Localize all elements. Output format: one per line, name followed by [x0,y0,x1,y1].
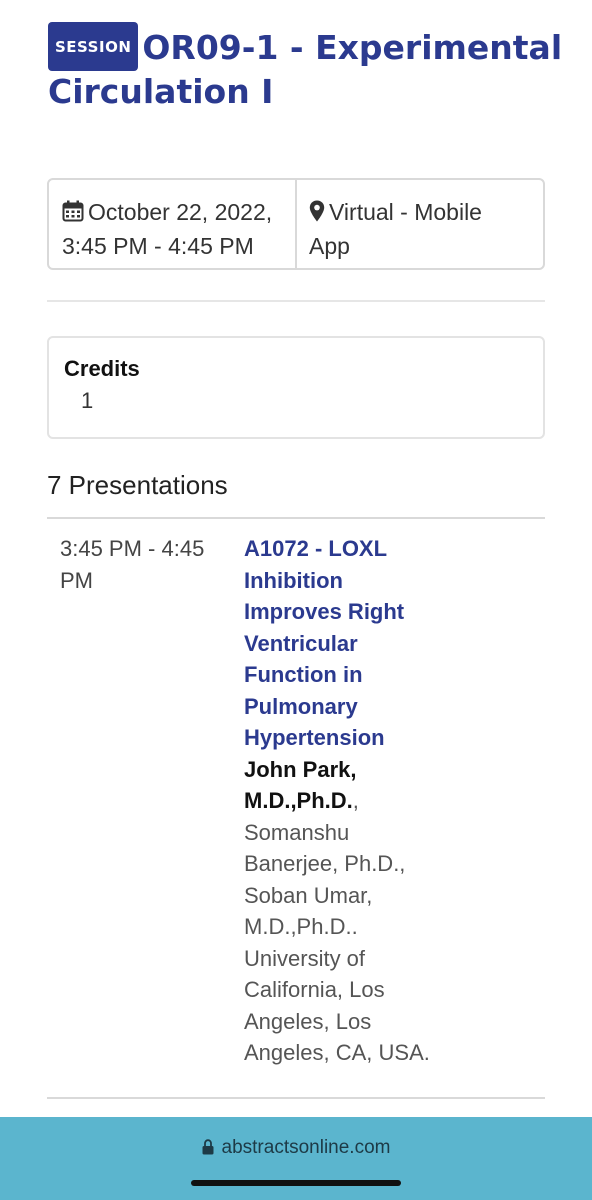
lock-icon [202,1139,214,1161]
presenter-name: John Park, [244,756,357,782]
author-line: Angeles, Los [244,1008,372,1034]
session-info-box: October 22, 2022, 3:45 PM - 4:45 PM Virt… [47,178,545,270]
url-text: abstractsonline.com [221,1137,391,1158]
url-display[interactable]: abstractsonline.com [0,1137,592,1161]
title-line: Ventricular [244,630,358,656]
author-line: M.D.,Ph.D.. [244,914,358,939]
title-line: Improves Right [244,599,405,624]
presentation-title-link[interactable]: A1072 - LOXL Inhibition Improves Right V… [244,533,434,754]
title-line: A1072 - LOXL [244,536,388,561]
title-line: Pulmonary [244,693,358,719]
author-line: Banerjee, Ph.D., [244,851,406,876]
session-title: SESSION OR09-1 - Experimental Circulation… [48,22,562,111]
credits-box: Credits 1 [47,336,545,439]
divider [47,300,545,302]
session-date-line1: October 22, 2022, [88,199,273,225]
divider [47,1097,545,1099]
session-date-cell: October 22, 2022, 3:45 PM - 4:45 PM [49,180,297,268]
title-line: Hypertension [244,725,385,750]
author-line: Angeles, CA, USA. [244,1040,430,1065]
author-line: California, Los [244,977,385,1002]
author-line: Somanshu [244,819,350,845]
title-line: Inhibition [244,567,343,593]
home-indicator[interactable] [191,1180,401,1186]
presentations-count: 7 Presentations [47,470,228,500]
session-location-line1: Virtual - Mobile [329,199,482,225]
presenter-suffix: , [352,788,359,813]
author-line: University of [244,945,366,971]
divider [47,517,545,519]
presentation-authors: John Park, M.D.,Ph.D., Somanshu Banerjee… [244,754,434,1069]
presenter-degree: M.D.,Ph.D. [244,788,353,813]
map-pin-icon [309,198,325,230]
browser-url-bar[interactable]: abstractsonline.com [0,1117,592,1200]
session-location-line2: App [309,233,350,259]
session-badge: SESSION [48,22,139,71]
author-line: Soban Umar, [244,882,373,908]
session-header: SESSION OR09-1 - Experimental Circulation… [48,22,568,113]
title-line: Function in [244,662,363,687]
presentation-body: A1072 - LOXL Inhibition Improves Right V… [244,533,434,1069]
presentation-time: 3:45 PM - 4:45 PM [60,533,220,597]
calendar-icon [62,198,84,230]
credits-title: Credits [64,356,140,381]
session-location-cell: Virtual - Mobile App [297,180,543,268]
session-time: 3:45 PM - 4:45 PM [62,233,254,259]
presentation-time-line1: 3:45 PM - 4:45 [60,536,205,561]
presentation-time-line2: PM [60,568,93,593]
credits-value: 1 [81,388,94,413]
